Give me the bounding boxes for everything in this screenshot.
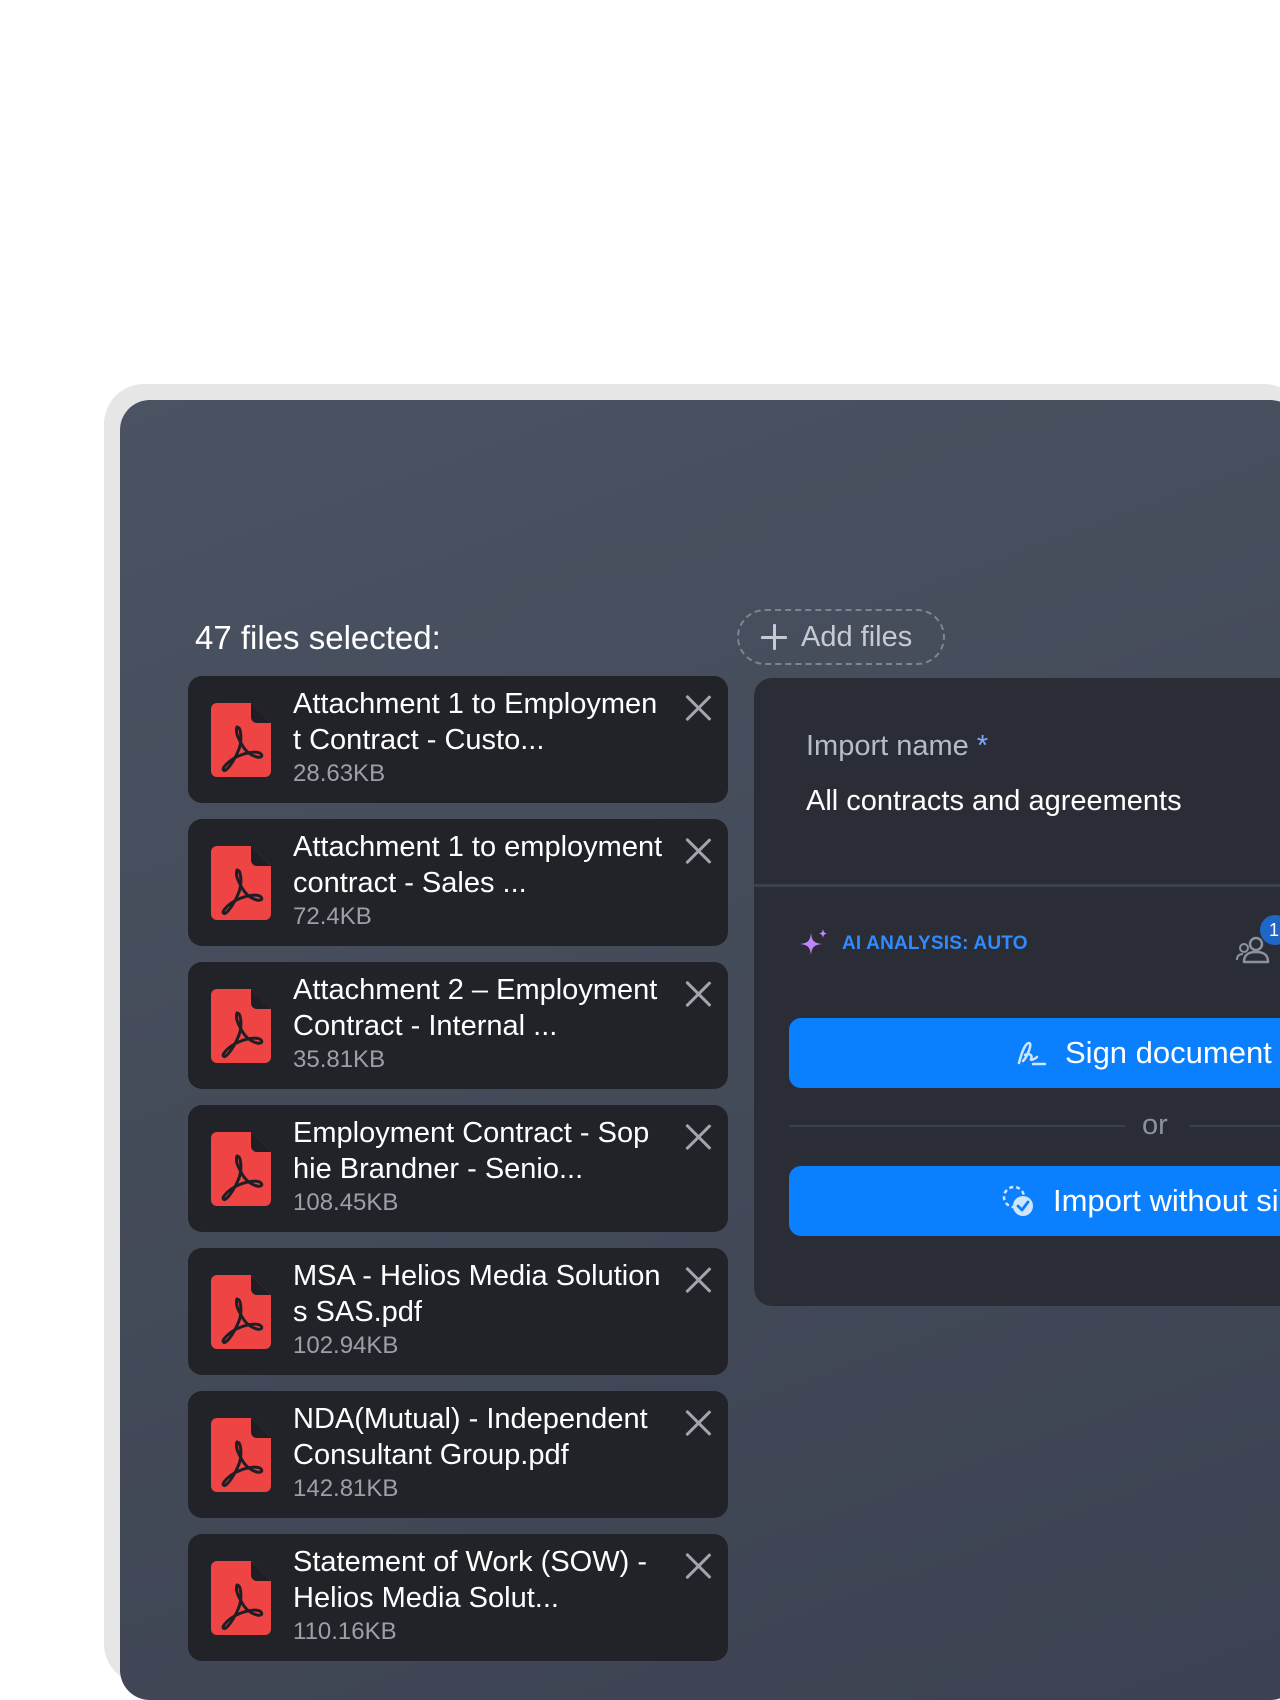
file-card: Attachment 1 to Employment Contract - Cu… — [188, 676, 728, 803]
panel-divider — [754, 884, 1280, 887]
or-divider-left — [789, 1125, 1125, 1127]
import-check-icon — [1002, 1185, 1033, 1216]
close-icon[interactable] — [684, 980, 712, 1008]
file-name: Employment Contract - Sophie Brandner - … — [293, 1117, 650, 1185]
close-icon[interactable] — [684, 1409, 712, 1437]
file-card: Attachment 2 – Employment Contract - Int… — [188, 962, 728, 1089]
import-name-label-text: Import name — [806, 730, 969, 762]
or-divider-text: or — [1142, 1109, 1168, 1141]
pdf-icon — [211, 703, 271, 777]
close-icon[interactable] — [684, 1266, 712, 1294]
file-name: Attachment 2 – Employment Contract - Int… — [293, 974, 658, 1042]
pdf-icon — [211, 1561, 271, 1635]
file-size: 102.94KB — [293, 1332, 399, 1359]
close-icon[interactable] — [684, 1552, 712, 1580]
file-size: 110.16KB — [293, 1618, 397, 1645]
file-size: 35.81KB — [293, 1046, 386, 1073]
signature-icon — [1017, 1041, 1047, 1066]
pdf-icon — [211, 1275, 271, 1349]
file-card: Attachment 1 to employment contract - Sa… — [188, 819, 728, 946]
import-panel: Import name * AI ANALYSIS: AUTO 1 Sign d… — [754, 678, 1280, 1306]
file-size: 108.45KB — [293, 1189, 399, 1216]
file-name: NDA(Mutual) - Independent Consultant Gro… — [293, 1403, 648, 1471]
import-name-input[interactable] — [806, 785, 1276, 818]
import-without-signing-label: Import without sig — [1053, 1183, 1280, 1218]
ai-analysis-label: AI ANALYSIS: AUTO — [842, 933, 1028, 954]
plus-icon — [761, 624, 787, 650]
required-mark: * — [976, 730, 989, 762]
file-card: Statement of Work (SOW) - Helios Media S… — [188, 1534, 728, 1661]
sparkle-icon — [800, 929, 827, 955]
sign-document-button[interactable]: Sign document — [789, 1018, 1280, 1088]
sign-document-label: Sign document — [1065, 1035, 1272, 1070]
file-name: Attachment 1 to employment contract - Sa… — [293, 831, 663, 899]
file-card: Employment Contract - Sophie Brandner - … — [188, 1105, 728, 1232]
file-card: NDA(Mutual) - Independent Consultant Gro… — [188, 1391, 728, 1518]
files-selected-title: 47 files selected: — [195, 619, 441, 656]
close-icon[interactable] — [684, 837, 712, 865]
pdf-icon — [211, 846, 271, 920]
file-size: 28.63KB — [293, 760, 386, 787]
file-name: Attachment 1 to Employment Contract - Cu… — [293, 688, 658, 756]
file-name: Statement of Work (SOW) - Helios Media S… — [293, 1546, 647, 1614]
import-without-signing-button[interactable]: Import without sig — [789, 1166, 1280, 1236]
add-files-button[interactable]: Add files — [737, 609, 945, 665]
or-divider-right — [1190, 1125, 1280, 1127]
file-name: MSA - Helios Media Solutions SAS.pdf — [293, 1260, 661, 1328]
import-name-label: Import name * — [806, 730, 988, 763]
ai-analysis-toggle[interactable]: AI ANALYSIS: AUTO — [798, 928, 1028, 960]
pdf-icon — [211, 989, 271, 1063]
file-size: 142.81KB — [293, 1475, 399, 1502]
file-card: MSA - Helios Media Solutions SAS.pdf 102… — [188, 1248, 728, 1375]
pdf-icon — [211, 1132, 271, 1206]
pdf-icon — [211, 1418, 271, 1492]
file-list: Attachment 1 to Employment Contract - Cu… — [188, 676, 728, 1677]
file-size: 72.4KB — [293, 903, 372, 930]
close-icon[interactable] — [684, 694, 712, 722]
close-icon[interactable] — [684, 1123, 712, 1151]
add-files-label: Add files — [801, 620, 913, 653]
